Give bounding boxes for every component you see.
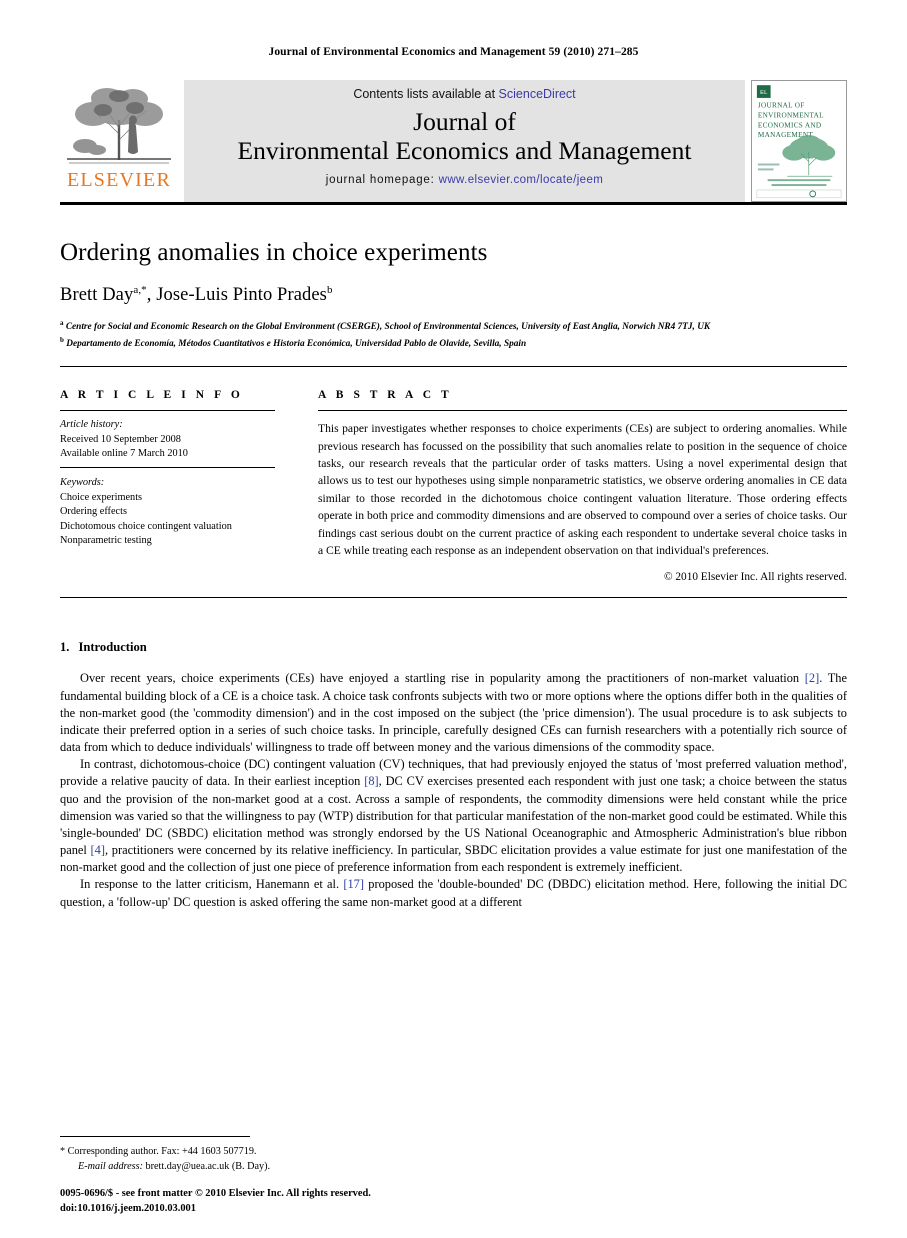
- keyword-item: Choice experiments: [60, 491, 143, 503]
- journal-title-line1: Journal of: [413, 107, 516, 136]
- article-title-block: Ordering anomalies in choice experiments…: [60, 205, 847, 352]
- section-title: Introduction: [78, 640, 147, 655]
- abstract-copyright: © 2010 Elsevier Inc. All rights reserved…: [663, 571, 847, 584]
- abstract-column: A B S T R A C T This paper investigates …: [318, 389, 847, 583]
- citation-ref-17[interactable]: [17]: [343, 877, 364, 891]
- journal-title: Journal of Environmental Economics and M…: [237, 107, 692, 165]
- doi-line[interactable]: doi:10.1016/j.jeem.2010.03.001: [60, 1201, 371, 1216]
- affiliations: a Centre for Social and Economic Researc…: [60, 318, 847, 352]
- author-1-name: Brett Day: [60, 285, 134, 306]
- homepage-link[interactable]: www.elsevier.com/locate/jeem: [439, 174, 604, 186]
- affiliation-b: b Departamento de Economía, Métodos Cuan…: [60, 335, 847, 352]
- section-heading-introduction: 1. Introduction: [60, 640, 847, 655]
- elsevier-logo: ELSEVIER: [60, 80, 178, 202]
- corresponding-author-marker: *: [60, 1145, 66, 1157]
- author-list: Brett Daya,*, Jose-Luis Pinto Pradesb: [60, 284, 847, 306]
- paragraph-2-part-c: , practitioners were concerned by its re…: [60, 843, 847, 875]
- journal-title-line2: Environmental Economics and Management: [237, 135, 692, 165]
- journal-article-page: Journal of Environmental Economics and M…: [0, 0, 907, 1238]
- page-title: Ordering anomalies in choice experiments: [60, 239, 488, 266]
- journal-cover-thumbnail: EL JOURNAL OF ENVIRONMENTAL ECONOMICS AN…: [751, 80, 847, 202]
- keyword-item: Ordering effects: [60, 506, 127, 518]
- keywords-block: Keywords: Choice experiments Ordering ef…: [60, 468, 275, 549]
- info-abstract-area: A R T I C L E I N F O Article history: R…: [60, 389, 847, 583]
- masthead-banner: Contents lists available at ScienceDirec…: [184, 80, 745, 202]
- email-note: E-mail address: brett.day@uea.ac.uk (B. …: [60, 1159, 490, 1174]
- homepage-label: journal homepage:: [325, 174, 439, 187]
- article-received-date: Received 10 September 2008: [60, 433, 181, 445]
- footnote-block: * Corresponding author. Fax: +44 1603 50…: [60, 1135, 490, 1174]
- article-info-column: A R T I C L E I N F O Article history: R…: [60, 389, 275, 583]
- contents-available-line: Contents lists available at ScienceDirec…: [353, 87, 575, 101]
- affiliation-a-marker: a: [60, 319, 64, 328]
- paragraph-1-part-a: Over recent years, choice experiments (C…: [80, 671, 805, 686]
- abstract-text: This paper investigates whether response…: [318, 422, 847, 557]
- affiliation-b-marker: b: [60, 336, 64, 345]
- keywords-label: Keywords:: [60, 477, 105, 489]
- article-available-date: Available online 7 March 2010: [60, 448, 188, 460]
- author-1-marker: a,*: [133, 284, 147, 296]
- article-info-label: A R T I C L E I N F O: [60, 389, 244, 402]
- citation-ref-2[interactable]: [2]: [805, 671, 819, 685]
- paragraph-1: Over recent years, choice experiments (C…: [60, 670, 847, 756]
- article-history-label: Article history:: [60, 419, 123, 431]
- paragraph-3: In response to the latter criticism, Han…: [60, 876, 847, 910]
- journal-masthead: ELSEVIER Contents lists available at Sci…: [60, 80, 847, 205]
- email-label: E-mail address:: [78, 1160, 143, 1172]
- affiliation-a: a Centre for Social and Economic Researc…: [60, 318, 847, 335]
- citation-ref-8[interactable]: [8]: [364, 774, 378, 788]
- issn-line: 0095-0696/$ - see front matter © 2010 El…: [60, 1187, 371, 1199]
- elsevier-tree-icon: [67, 88, 171, 164]
- journal-homepage-line: journal homepage: www.elsevier.com/locat…: [326, 174, 603, 186]
- journal-cover-image: EL JOURNAL OF ENVIRONMENTAL ECONOMICS AN…: [752, 81, 846, 201]
- email-address-link[interactable]: brett.day@uea.ac.uk (B. Day).: [146, 1161, 271, 1172]
- contents-prefix-label: Contents lists available at: [353, 87, 499, 101]
- svg-text:ENVIRONMENTAL: ENVIRONMENTAL: [758, 112, 824, 120]
- citation-ref-4[interactable]: [4]: [91, 843, 105, 857]
- svg-text:ECONOMICS AND: ECONOMICS AND: [758, 121, 822, 129]
- svg-text:EL: EL: [760, 90, 768, 96]
- svg-text:JOURNAL OF: JOURNAL OF: [758, 102, 805, 110]
- article-history-block: Article history: Received 10 September 2…: [60, 411, 275, 469]
- imprint-block: 0095-0696/$ - see front matter © 2010 El…: [60, 1186, 371, 1216]
- author-separator: , Jose-Luis Pinto Prades: [146, 285, 327, 306]
- author-2-marker: b: [326, 284, 333, 296]
- corresponding-author-text: Corresponding author. Fax: +44 1603 5077…: [67, 1145, 257, 1157]
- section-number: 1.: [60, 640, 70, 655]
- sciencedirect-link[interactable]: ScienceDirect: [499, 87, 576, 101]
- affiliation-a-text: Centre for Social and Economic Research …: [65, 322, 711, 333]
- affiliation-b-text: Departamento de Economía, Métodos Cuanti…: [66, 339, 527, 350]
- abstract-label: A B S T R A C T: [318, 389, 453, 402]
- paragraph-2: In contrast, dichotomous-choice (DC) con…: [60, 756, 847, 876]
- footnote-rule: [60, 1135, 250, 1137]
- divider-below-abstract: [60, 597, 847, 599]
- divider-above-abstract: [60, 366, 847, 368]
- paragraph-3-part-a: In response to the latter criticism, Han…: [80, 877, 344, 892]
- running-head: Journal of Environmental Economics and M…: [268, 46, 639, 58]
- keyword-item: Nonparametric testing: [60, 535, 152, 547]
- elsevier-wordmark: ELSEVIER: [66, 169, 172, 191]
- introduction-body: Over recent years, choice experiments (C…: [60, 670, 847, 910]
- corresponding-author-note: * Corresponding author. Fax: +44 1603 50…: [60, 1144, 490, 1159]
- keyword-item: Dichotomous choice contingent valuation: [60, 520, 232, 532]
